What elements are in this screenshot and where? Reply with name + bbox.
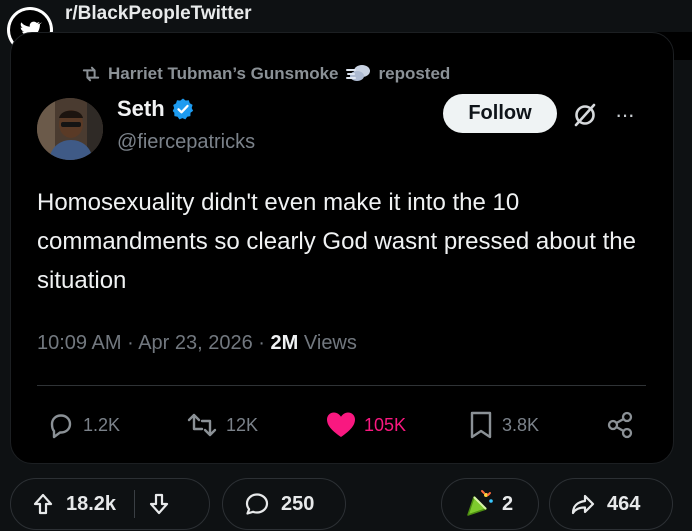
grok-icon[interactable] bbox=[570, 100, 600, 130]
downvote-icon[interactable] bbox=[147, 492, 171, 516]
author-name-row: Seth bbox=[117, 96, 195, 122]
bookmark-icon bbox=[470, 411, 492, 439]
share-count: 464 bbox=[607, 492, 641, 515]
subreddit-name[interactable]: r/BlackPeopleTwitter bbox=[65, 3, 252, 25]
meta-separator: · bbox=[258, 332, 265, 354]
views-label: Views bbox=[303, 332, 357, 354]
comments-button[interactable]: 250 bbox=[222, 478, 346, 530]
reply-icon bbox=[50, 414, 72, 439]
share-icon bbox=[607, 411, 633, 439]
divider bbox=[37, 385, 646, 386]
award-count: 2 bbox=[502, 492, 514, 515]
reply-count: 1.2K bbox=[83, 414, 121, 435]
award-icon bbox=[467, 490, 493, 516]
share-post-button[interactable]: 464 bbox=[549, 478, 673, 530]
repost-count: 12K bbox=[226, 414, 259, 435]
award-button[interactable]: 2 bbox=[441, 478, 539, 530]
tweet-text: Homosexuality didn't even make it into t… bbox=[37, 189, 636, 294]
author-handle[interactable]: @fiercepatricks bbox=[117, 131, 255, 154]
bookmark-count: 3.8K bbox=[502, 414, 540, 435]
verified-badge-icon bbox=[172, 98, 193, 120]
profile-photo-icon bbox=[37, 98, 103, 160]
reply-button[interactable]: 1.2K bbox=[46, 410, 120, 440]
views-count: 2M bbox=[270, 332, 299, 354]
upvote-icon[interactable] bbox=[31, 492, 55, 516]
share-arrow-icon bbox=[571, 494, 595, 515]
more-options-button[interactable]: ··· bbox=[615, 102, 635, 128]
repost-author[interactable]: Harriet Tubman’s Gunsmoke bbox=[108, 64, 339, 84]
vote-bar: 18.2k bbox=[10, 478, 210, 530]
heart-icon bbox=[327, 412, 355, 437]
like-count: 105K bbox=[364, 414, 407, 435]
bookmark-button[interactable]: 3.8K bbox=[467, 410, 539, 440]
comment-count: 250 bbox=[281, 492, 315, 515]
repost-label: reposted bbox=[378, 64, 451, 83]
retweet-icon bbox=[187, 413, 217, 437]
smoke-emoji-icon bbox=[345, 65, 370, 81]
repost-icon bbox=[82, 66, 100, 82]
comment-icon bbox=[245, 493, 269, 515]
vote-divider bbox=[134, 490, 136, 518]
repost-line: Harriet Tubman’s Gunsmoke reposted bbox=[80, 62, 450, 86]
upvote-count: 18.2k bbox=[66, 492, 117, 515]
repost-button[interactable]: 12K bbox=[185, 410, 258, 440]
like-button[interactable]: 105K bbox=[325, 410, 406, 440]
tweet-meta: 10:09 AM · Apr 23, 2026 · 2M Views bbox=[37, 332, 357, 355]
author-name[interactable]: Seth bbox=[117, 96, 165, 122]
share-button[interactable] bbox=[605, 410, 635, 440]
follow-button[interactable]: Follow bbox=[443, 94, 557, 133]
tweet-date[interactable]: Apr 23, 2026 bbox=[138, 332, 253, 354]
tweet-time[interactable]: 10:09 AM bbox=[37, 332, 122, 354]
meta-separator: · bbox=[127, 332, 134, 354]
avatar[interactable] bbox=[37, 98, 103, 160]
